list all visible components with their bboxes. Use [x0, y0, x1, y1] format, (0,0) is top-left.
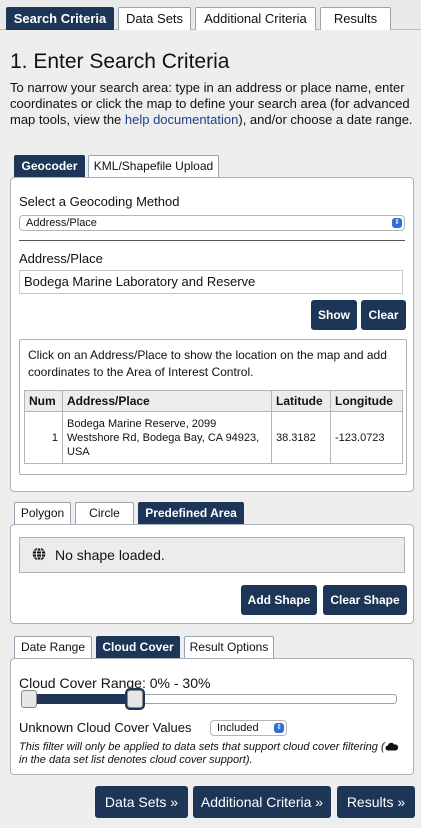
- address-place-input[interactable]: Bodega Marine Laboratory and Reserve: [19, 270, 403, 294]
- intro-text-end: ), and/or choose a date range.: [238, 112, 413, 127]
- results-nav-button[interactable]: Results »: [337, 786, 415, 818]
- globe-icon: [32, 547, 46, 564]
- address-place-label: Address/Place: [19, 251, 103, 266]
- shape-status-text: No shape loaded.: [55, 547, 165, 563]
- slider-max-handle[interactable]: [127, 690, 144, 708]
- top-tab-bar: Search Criteria Data Sets Additional Cri…: [0, 0, 421, 30]
- table-row[interactable]: 1 Bodega Marine Reserve, 2099 Westshore …: [24, 411, 403, 464]
- unknown-cloud-cover-label: Unknown Cloud Cover Values: [19, 720, 192, 735]
- cloud-icon: [385, 741, 399, 753]
- geocoding-method-value: Address/Place: [26, 217, 97, 229]
- clear-shape-button[interactable]: Clear Shape: [323, 585, 407, 615]
- show-button[interactable]: Show: [311, 300, 357, 330]
- tab-additional-criteria[interactable]: Additional Criteria: [195, 7, 316, 30]
- tab-result-options[interactable]: Result Options: [184, 636, 274, 658]
- column-header-latitude: Latitude: [271, 390, 331, 412]
- result-num: 1: [24, 411, 63, 464]
- cloud-cover-panel: Cloud Cover Range: 0% - 30% Unknown Clou…: [10, 658, 414, 775]
- help-documentation-link[interactable]: help documentation: [125, 112, 238, 127]
- tab-date-range[interactable]: Date Range: [14, 636, 92, 658]
- divider: [19, 240, 405, 241]
- tab-results[interactable]: Results: [320, 7, 391, 30]
- tab-cloud-cover[interactable]: Cloud Cover: [96, 636, 180, 658]
- results-instructions: Click on an Address/Place to show the lo…: [28, 348, 387, 379]
- tab-predefined-area[interactable]: Predefined Area: [138, 502, 244, 524]
- tab-kml-shapefile-upload[interactable]: KML/Shapefile Upload: [88, 155, 219, 177]
- cloud-cover-slider[interactable]: [23, 694, 397, 704]
- select-arrows-icon: ⇕: [274, 723, 284, 733]
- tab-polygon[interactable]: Polygon: [14, 502, 71, 524]
- intro-text: To narrow your search area: type in an a…: [10, 80, 415, 128]
- geocoder-panel: Select a Geocoding Method Address/Place …: [10, 177, 414, 492]
- select-arrows-icon: ⇕: [392, 218, 402, 228]
- page-title: 1. Enter Search Criteria: [10, 50, 230, 73]
- tab-circle[interactable]: Circle: [75, 502, 134, 524]
- cloud-cover-note-start: This filter will only be applied to data…: [19, 741, 385, 753]
- geocode-results-panel: Click on an Address/Place to show the lo…: [19, 339, 407, 475]
- data-sets-nav-button[interactable]: Data Sets »: [95, 786, 188, 818]
- geocode-results-table: Num Address/Place Latitude Longitude 1 B…: [24, 390, 403, 464]
- cloud-cover-selected-range: [24, 694, 137, 704]
- column-header-num: Num: [24, 390, 63, 412]
- table-header-row: Num Address/Place Latitude Longitude: [24, 390, 403, 412]
- unknown-cloud-cover-value: Included: [217, 722, 259, 734]
- geocoding-method-label: Select a Geocoding Method: [19, 194, 180, 209]
- shape-panel: No shape loaded. Add Shape Clear Shape: [10, 524, 414, 624]
- result-address[interactable]: Bodega Marine Reserve, 2099 Westshore Rd…: [62, 411, 272, 464]
- cloud-cover-note-end: in the data set list denotes cloud cover…: [19, 754, 253, 766]
- slider-min-handle[interactable]: [21, 690, 37, 708]
- column-header-address: Address/Place: [62, 390, 272, 412]
- tab-geocoder[interactable]: Geocoder: [14, 155, 85, 177]
- add-shape-button[interactable]: Add Shape: [241, 585, 317, 615]
- geocoding-method-select[interactable]: Address/Place ⇕: [19, 215, 405, 231]
- shape-status-bar: No shape loaded.: [19, 537, 405, 573]
- result-latitude: 38.3182: [271, 411, 331, 464]
- cloud-cover-note: This filter will only be applied to data…: [19, 741, 407, 767]
- tab-search-criteria[interactable]: Search Criteria: [6, 7, 114, 30]
- column-header-longitude: Longitude: [330, 390, 403, 412]
- tab-data-sets[interactable]: Data Sets: [118, 7, 191, 30]
- result-longitude: -123.0723: [330, 411, 403, 464]
- clear-button[interactable]: Clear: [361, 300, 406, 330]
- unknown-cloud-cover-select[interactable]: Included ⇕: [210, 720, 287, 736]
- cloud-cover-range-label: Cloud Cover Range: 0% - 30%: [19, 675, 211, 691]
- additional-criteria-nav-button[interactable]: Additional Criteria »: [193, 786, 331, 818]
